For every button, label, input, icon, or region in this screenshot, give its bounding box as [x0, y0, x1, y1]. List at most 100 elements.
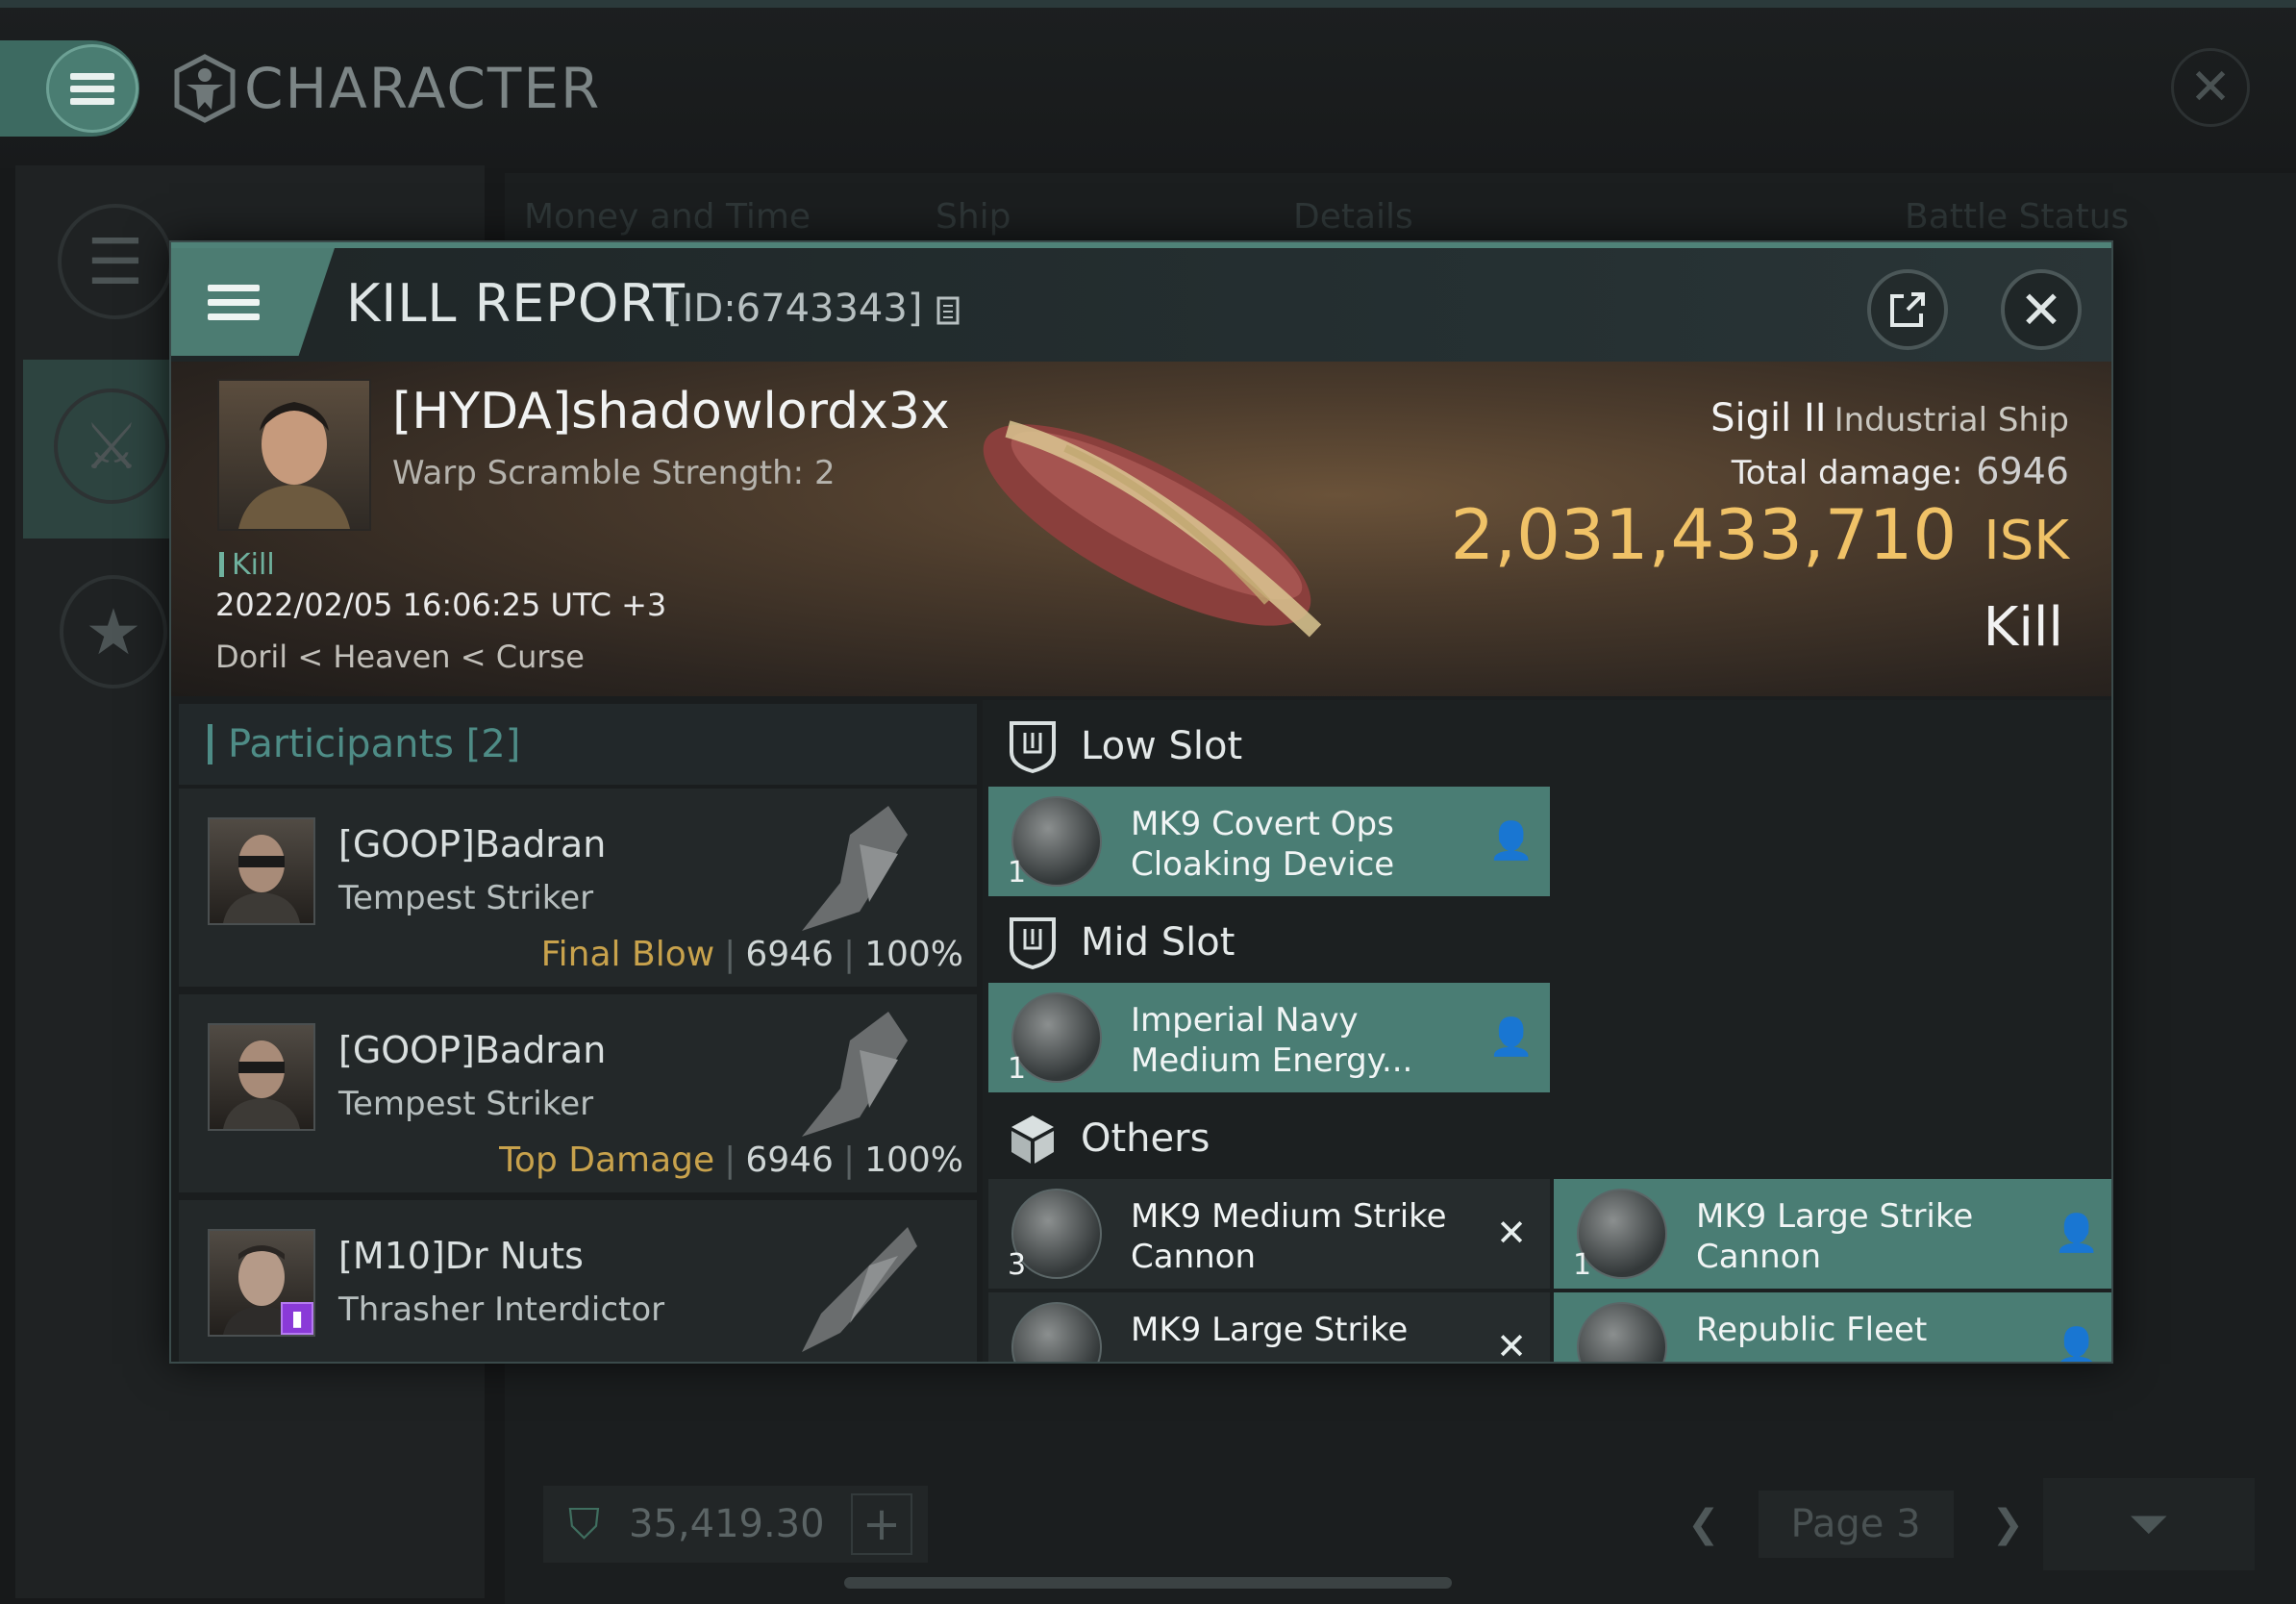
tab-money-and-time[interactable]: Money and Time [524, 197, 811, 237]
security-status-badge: ▮ [281, 1302, 313, 1335]
bottom-bar: ⛉ 35,419.30 + ❮ Page 3 ❯ ⏷ [543, 1478, 2255, 1572]
participant-portrait [208, 817, 315, 925]
kill-datetime: 2022/02/05 16:06:25 UTC +3 [215, 587, 667, 623]
tab-ship[interactable]: Ship [936, 197, 1011, 237]
dialog-close-button[interactable]: ✕ [2001, 269, 2082, 350]
hamburger-icon [70, 67, 114, 111]
module-item[interactable]: 1 MK9 Large Strike Cannon 👤 [1554, 1179, 2111, 1289]
module-quantity: 1 [1008, 856, 1027, 890]
pilot-portrait-image [238, 402, 350, 529]
participant-ship-image [802, 1227, 917, 1352]
rail-list-button[interactable]: ☰ [58, 204, 173, 319]
total-damage-label: Total damage: [1731, 454, 1963, 492]
filter-icon: ⏷ [2129, 1494, 2169, 1553]
participant-name: [GOOP]Badran [338, 823, 607, 865]
victim-ship-class: Industrial Ship [1834, 401, 2069, 439]
destroyed-x-icon: ✕ [1496, 1325, 1527, 1364]
filter-button[interactable]: ⏷ [2043, 1478, 2255, 1570]
close-window-button[interactable]: ✕ [2171, 48, 2250, 127]
others-header: Others [983, 1092, 1540, 1185]
page-indicator: Page 3 [1758, 1491, 1954, 1558]
next-page-button[interactable]: ❯ [1992, 1502, 2025, 1546]
victim-ship: Sigil II Industrial Ship [1710, 396, 2069, 440]
victim-banner: [HYDA]shadowlordx3x Warp Scramble Streng… [171, 362, 2111, 696]
module-name: MK9 Medium Strike Cannon [1131, 1197, 1447, 1276]
low-slot-header: Low Slot [983, 700, 1540, 792]
kill-report-id-text: [ID:6743343] [667, 287, 923, 331]
share-button[interactable] [1867, 269, 1948, 350]
participants-header: Participants [2] [179, 704, 977, 785]
victim-subtitle: Warp Scramble Strength: 2 [392, 454, 836, 492]
scroll-handle[interactable] [844, 1577, 1452, 1589]
prev-page-button[interactable]: ❮ [1687, 1502, 1720, 1546]
module-item[interactable]: 1 MK9 Covert Ops Cloaking Device 👤 [988, 787, 1550, 896]
participant-ship: Thrasher Interdictor [338, 1291, 665, 1329]
rail-battle-button[interactable]: ⚔ [54, 388, 169, 504]
dropped-person-icon: 👤 [1488, 818, 1535, 862]
module-name: Imperial Navy Medium Energy... [1131, 1001, 1413, 1080]
participant-portrait: ▮ [208, 1229, 315, 1337]
low-slot-icon [1010, 721, 1056, 773]
participants-panel: Participants [2] [GOOP]Badran Tempest St… [171, 700, 977, 1362]
tab-battle-status[interactable]: Battle Status [1905, 197, 2129, 237]
cannon-icon [1011, 1302, 1102, 1362]
participant-ship-image [802, 806, 908, 931]
participant-damage: 6946 [745, 1140, 834, 1180]
module-quantity: 1 [1008, 1052, 1027, 1086]
pilot-portrait-image [223, 835, 300, 923]
page-title: CHARACTER [244, 56, 602, 121]
participant-percent: 100% [864, 935, 963, 974]
participant-row[interactable]: [GOOP]Badran Tempest Striker Top Damage |… [179, 994, 977, 1196]
add-funds-button[interactable]: + [851, 1493, 912, 1555]
tab-details[interactable]: Details [1293, 197, 1413, 237]
pager: ❮ Page 3 ❯ [1687, 1486, 2024, 1563]
crossed-swords-icon: ⚔ [83, 409, 140, 484]
kill-result: Kill [1983, 596, 2063, 659]
cube-icon [1011, 1115, 1054, 1164]
victim-ship-name: Sigil II [1710, 396, 1827, 440]
destroyed-x-icon: ✕ [1496, 1212, 1527, 1254]
total-damage: Total damage: 6946 [1732, 450, 2069, 492]
rail-favorites-button[interactable]: ★ [60, 575, 167, 689]
dialog-header: KILL REPORT [ID:6743343] ✕ [171, 242, 2111, 362]
victim-name: [HYDA]shadowlordx3x [392, 383, 950, 440]
victim-ship-image [983, 420, 1322, 638]
participant-name: [GOOP]Badran [338, 1029, 607, 1071]
mid-slot-icon [1010, 917, 1056, 969]
close-icon: ✕ [2189, 59, 2232, 116]
participant-row[interactable]: [GOOP]Badran Tempest Striker Final Blow |… [179, 789, 977, 990]
copy-icon[interactable] [935, 294, 961, 327]
main-menu-button[interactable] [46, 44, 138, 133]
dropped-person-icon: 👤 [1488, 1015, 1535, 1058]
hamburger-icon [208, 277, 260, 328]
mid-slot-header: Mid Slot [983, 896, 1540, 989]
participant-row[interactable]: ▮ [M10]Dr Nuts Thrasher Interdictor [179, 1200, 977, 1362]
others-label: Others [1081, 1116, 1210, 1161]
participant-damage: 6946 [745, 935, 834, 974]
kill-location: Doril < Heaven < Curse [215, 639, 585, 675]
isk-value: 2,031,433,710 ISK [1450, 494, 2069, 575]
module-item[interactable]: 1 Imperial Navy Medium Energy... 👤 [988, 983, 1550, 1092]
pilot-portrait-image [223, 1040, 300, 1129]
participant-ship: Tempest Striker [338, 1085, 594, 1123]
mid-slot-label: Mid Slot [1081, 920, 1235, 965]
close-icon: ✕ [2019, 279, 2063, 340]
module-item[interactable]: Republic Fleet 👤 [1554, 1292, 2111, 1364]
module-name: MK9 Large Strike Cannon [1696, 1197, 1974, 1276]
wallet-value: 35,419.30 [629, 1502, 825, 1546]
module-name: Republic Fleet [1696, 1311, 1928, 1349]
module-item[interactable]: 3 MK9 Medium Strike Cannon ✕ [988, 1179, 1550, 1289]
module-quantity: 3 [1008, 1248, 1027, 1282]
character-icon [174, 54, 236, 123]
dialog-menu-button[interactable] [171, 248, 335, 356]
kill-tag: Kill [219, 548, 275, 582]
participant-percent: 100% [864, 1140, 963, 1180]
participant-stats: Final Blow | 6946 | 100% [540, 935, 963, 974]
participant-name: [M10]Dr Nuts [338, 1235, 584, 1277]
victim-portrait[interactable] [217, 379, 371, 531]
module-name: MK9 Large Strike [1131, 1311, 1409, 1349]
kill-report-id: [ID:6743343] [667, 287, 961, 331]
participant-tag: Final Blow [540, 935, 715, 974]
module-item[interactable]: MK9 Large Strike ✕ [988, 1292, 1550, 1364]
dropped-person-icon: 👤 [2054, 1324, 2100, 1364]
